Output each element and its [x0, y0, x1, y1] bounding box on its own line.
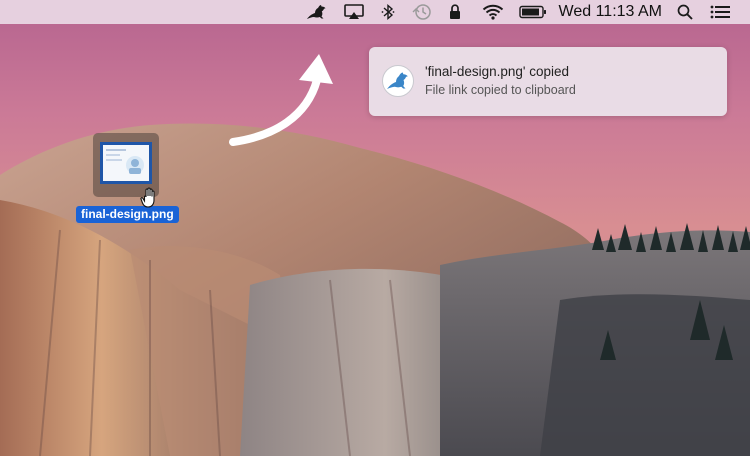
notification-body: File link copied to clipboard [425, 83, 576, 97]
kangaroo-icon [382, 65, 414, 97]
search-icon[interactable] [676, 0, 694, 24]
image-thumbnail-icon [100, 142, 152, 184]
bluetooth-icon[interactable] [379, 0, 397, 24]
kangaroo-icon[interactable] [305, 0, 329, 24]
curved-arrow-icon [229, 54, 333, 146]
hand-cursor-icon [140, 187, 155, 208]
time-machine-icon[interactable] [411, 0, 433, 24]
battery-icon[interactable] [518, 0, 547, 24]
menu-bar: Wed 11:13 AM [0, 0, 750, 24]
list-icon[interactable] [710, 0, 730, 24]
lock-icon[interactable] [447, 0, 463, 24]
desktop[interactable]: Wed 11:13 AM 'final-design.png' copied F… [0, 0, 750, 456]
desktop-file-name[interactable]: final-design.png [76, 206, 179, 223]
wifi-icon[interactable] [481, 0, 505, 24]
menu-bar-clock[interactable]: Wed 11:13 AM [559, 0, 662, 24]
airplay-icon[interactable] [343, 0, 365, 24]
notification-banner[interactable]: 'final-design.png' copied File link copi… [369, 47, 727, 116]
notification-title: 'final-design.png' copied [425, 64, 570, 79]
